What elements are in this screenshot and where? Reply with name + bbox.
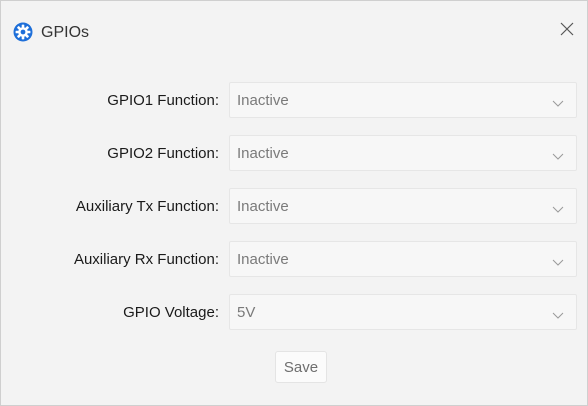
- window-title: GPIOs: [41, 24, 90, 41]
- chevron-down-icon: [552, 307, 564, 319]
- gpio-voltage-label: GPIO Voltage:: [123, 304, 219, 321]
- aux-tx-function-label: Auxiliary Tx Function:: [75, 198, 219, 215]
- gpio2-function-value: Inactive: [237, 145, 289, 162]
- gpio1-function-select[interactable]: Inactive: [229, 82, 577, 118]
- gear-icon: [13, 22, 33, 42]
- close-icon: [559, 21, 575, 42]
- aux-rx-function-value: Inactive: [237, 251, 289, 268]
- gpio2-function-label: GPIO2 Function:: [107, 145, 219, 162]
- chevron-down-icon: [552, 95, 564, 107]
- aux-tx-function-row: Auxiliary Tx Function: Inactive: [1, 188, 587, 226]
- chevron-down-icon: [552, 254, 564, 266]
- close-button[interactable]: [553, 17, 581, 45]
- gpio-voltage-select[interactable]: 5V: [229, 294, 577, 330]
- aux-rx-function-label: Auxiliary Rx Function:: [73, 251, 219, 268]
- aux-tx-function-select[interactable]: Inactive: [229, 188, 577, 224]
- gpios-dialog: GPIOs GPIO1 Function: Inactive GPIO2 Fun…: [0, 0, 588, 406]
- gpio1-function-label: GPIO1 Function:: [107, 92, 219, 109]
- gpio-voltage-row: GPIO Voltage: 5V: [1, 294, 587, 332]
- chevron-down-icon: [552, 148, 564, 160]
- gpio1-function-row: GPIO1 Function: Inactive: [1, 82, 587, 120]
- gpio2-function-select[interactable]: Inactive: [229, 135, 577, 171]
- gpio1-function-value: Inactive: [237, 92, 289, 109]
- aux-tx-function-value: Inactive: [237, 198, 289, 215]
- aux-rx-function-row: Auxiliary Rx Function: Inactive: [1, 241, 587, 279]
- gpio-voltage-value: 5V: [237, 304, 256, 321]
- aux-rx-function-select[interactable]: Inactive: [229, 241, 577, 277]
- chevron-down-icon: [552, 201, 564, 213]
- gpio2-function-row: GPIO2 Function: Inactive: [1, 135, 587, 173]
- save-button[interactable]: Save: [275, 351, 327, 383]
- title-bar: GPIOs: [1, 1, 587, 61]
